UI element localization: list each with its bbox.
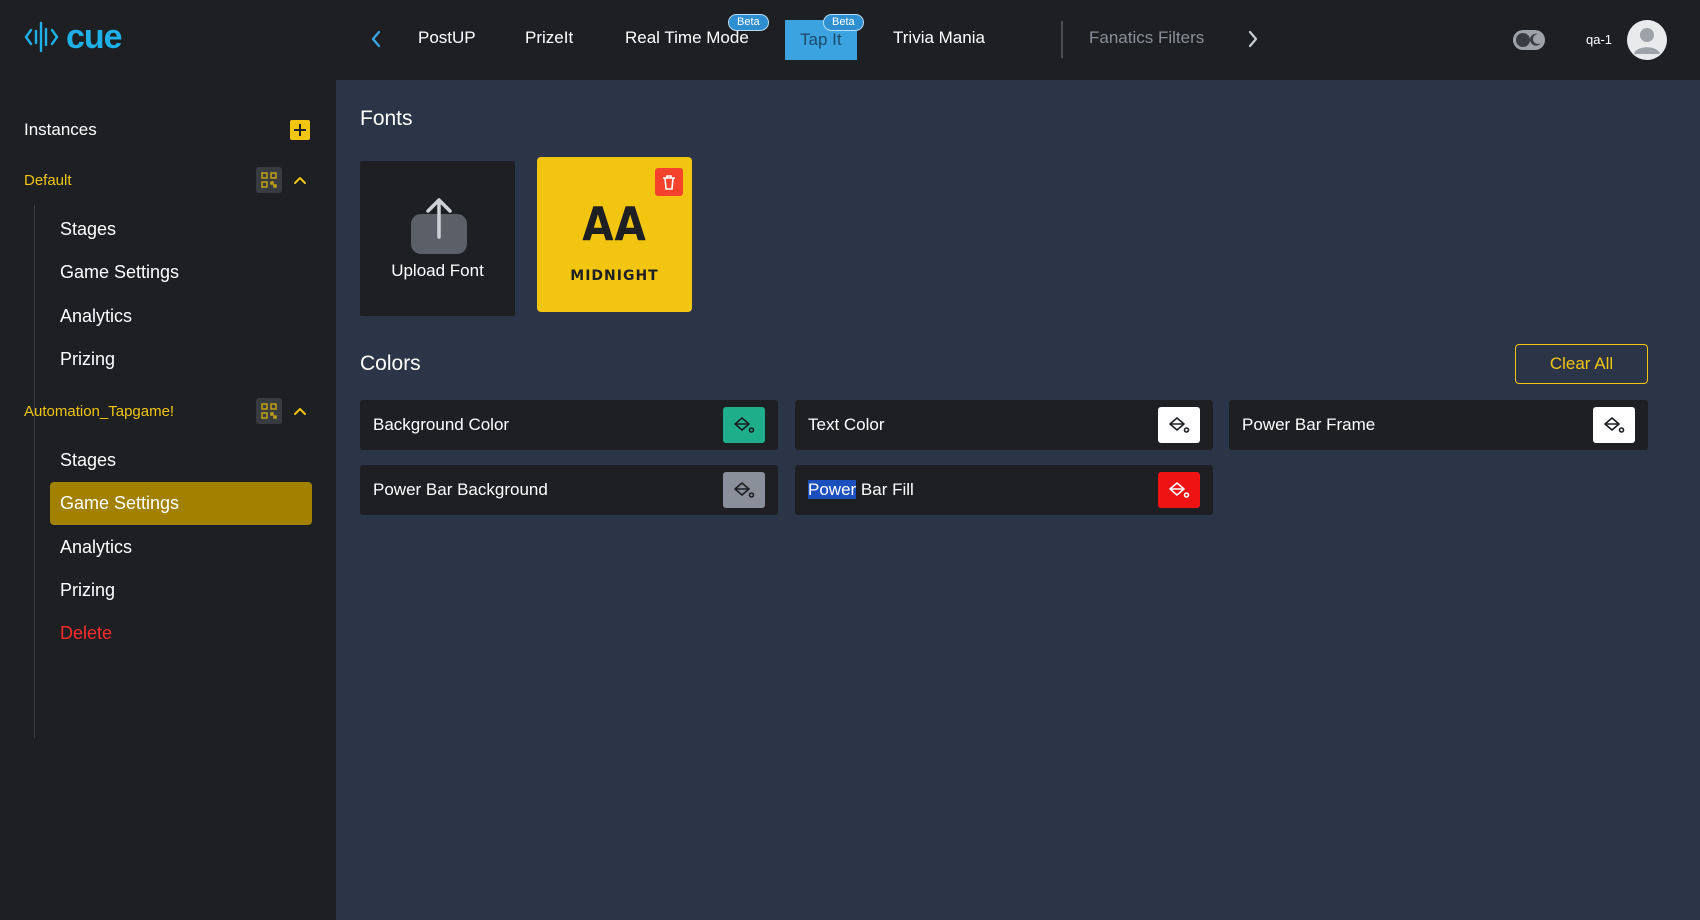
colors-title: Colors [360,352,421,375]
color-row-text: Text Color [795,400,1213,450]
qr-code-button[interactable] [256,167,282,193]
color-row-power-bar-background: Power Bar Background [360,465,778,515]
theme-toggle[interactable] [1513,30,1545,50]
font-preview: AA [582,197,647,251]
username: qa-1 [1586,32,1613,47]
sidebar-item-analytics[interactable]: Analytics [50,295,312,338]
tabs-scroll-right-button[interactable] [1243,26,1263,52]
qr-code-icon [261,172,277,188]
instance-group-label[interactable]: Automation_Tapgame! [24,403,174,420]
chevron-up-icon[interactable] [292,172,308,188]
sidebar-item-prizing[interactable]: Prizing [50,338,312,381]
beta-badge: Beta [823,14,864,31]
sidebar-item-delete[interactable]: Delete [50,612,312,655]
qr-code-icon [261,403,277,419]
chevron-up-icon[interactable] [292,403,308,419]
color-picker-button[interactable] [1593,407,1635,443]
paint-bucket-icon [734,482,755,498]
color-label: Power Bar Background [373,480,548,499]
color-picker-button[interactable] [723,407,765,443]
sidebar-item-analytics[interactable]: Analytics [50,526,312,569]
selected-text: Power [808,480,857,499]
color-picker-button[interactable] [723,472,765,508]
paint-bucket-icon [1169,417,1190,433]
color-picker-button[interactable] [1158,407,1200,443]
user-avatar[interactable] [1627,20,1667,60]
color-row-power-bar-fill: Power Bar Fill [795,465,1213,515]
font-name: MIDNIGHT [570,268,659,284]
tabs-scroll-left-button[interactable] [366,26,386,52]
label-text: Bar Fill [856,480,914,499]
user-icon [1634,28,1660,54]
moon-icon [1530,33,1541,46]
sidebar-title: Instances [24,120,97,139]
upload-font-button[interactable]: Upload Font [360,161,515,316]
upload-font-label: Upload Font [391,261,484,280]
logo[interactable]: cue [24,18,123,56]
color-row-power-bar-frame: Power Bar Frame [1229,400,1648,450]
top-bar: cue PostUP PrizeIt Real Time Mode Beta T… [0,0,1700,80]
chevron-left-icon [371,30,381,48]
fonts-title: Fonts [360,107,413,130]
tab-trivia-mania[interactable]: Trivia Mania [893,28,985,48]
group-tree-line [34,205,35,463]
sidebar: Instances Default Stages Game Settings A… [0,80,336,920]
paint-bucket-icon [734,417,755,433]
trash-icon [663,175,675,190]
tab-real-time-mode[interactable]: Real Time Mode [625,28,749,48]
tab-divider [1061,21,1063,58]
color-picker-button[interactable] [1158,472,1200,508]
paint-bucket-icon [1169,482,1190,498]
sidebar-item-stages[interactable]: Stages [50,439,312,482]
brand-name: cue [66,18,123,56]
sidebar-item-prizing[interactable]: Prizing [50,569,312,612]
tab-fanatics-filters[interactable]: Fanatics Filters [1089,28,1204,48]
clear-all-button[interactable]: Clear All [1515,344,1648,384]
group-tree-line [34,436,35,738]
color-label: Power Bar Fill [808,480,914,500]
add-instance-button[interactable] [290,120,310,140]
color-row-background: Background Color [360,400,778,450]
color-label: Text Color [808,415,885,434]
qr-code-button[interactable] [256,398,282,424]
font-card[interactable]: AA MIDNIGHT [537,157,692,312]
upload-icon [411,198,467,254]
tab-postup[interactable]: PostUP [418,28,476,48]
color-label: Background Color [373,415,510,434]
paint-bucket-icon [1604,417,1625,433]
color-label: Power Bar Frame [1242,415,1376,434]
chevron-right-icon [1248,30,1258,48]
sound-wave-icon [24,21,59,53]
sidebar-item-game-settings[interactable]: Game Settings [50,251,312,294]
sidebar-item-stages[interactable]: Stages [50,208,312,251]
tab-prizeit[interactable]: PrizeIt [525,28,573,48]
beta-badge: Beta [728,14,769,31]
instance-group-label[interactable]: Default [24,172,72,189]
sidebar-item-game-settings[interactable]: Game Settings [50,482,312,525]
delete-font-button[interactable] [655,168,683,196]
